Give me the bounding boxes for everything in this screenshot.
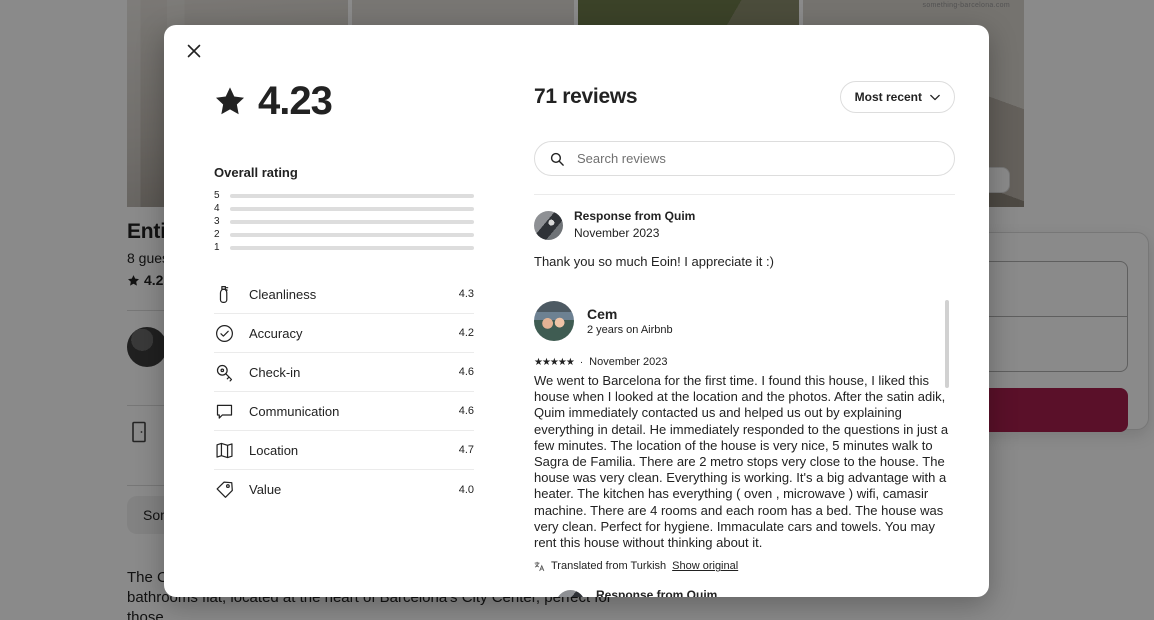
host-response-meta: Response from Quim November 2023	[596, 588, 717, 597]
reviewer-tenure: 2 years on Airbnb	[587, 324, 673, 336]
distribution-row: 3	[214, 215, 474, 228]
host-response-name: Response from Quim	[574, 209, 696, 223]
category-row-communication: Communication 4.6	[214, 392, 474, 431]
reviews-column: 71 reviews Most recent Search reviews Re…	[504, 69, 989, 597]
host-response-header: Response from Quim November 2023	[534, 209, 955, 241]
host-response-header: Response from Quim November 2023	[556, 588, 955, 597]
reviews-list-inner: Response from Quim November 2023 Thank y…	[534, 209, 955, 597]
distribution-row: 5	[214, 189, 474, 202]
map-icon	[214, 440, 235, 461]
distribution-track	[230, 219, 474, 224]
distribution-star-label: 2	[214, 229, 220, 240]
host-response-meta: Response from Quim November 2023	[574, 209, 695, 241]
category-label: Check-in	[249, 364, 301, 380]
category-label: Location	[249, 442, 299, 458]
reviewer-header: Cem 2 years on Airbnb	[534, 301, 955, 341]
sort-dropdown[interactable]: Most recent	[839, 81, 955, 113]
speech-bubble-icon	[214, 401, 235, 422]
category-label: Communication	[249, 403, 340, 419]
distribution-track	[230, 193, 474, 198]
chevron-down-icon	[930, 94, 940, 100]
review-body: We went to Barcelona for the first time.…	[534, 373, 949, 551]
tag-icon	[214, 479, 235, 500]
review-item: Cem 2 years on Airbnb ★★★★★ · November 2…	[534, 301, 955, 597]
star-icon	[216, 87, 244, 115]
translated-from-label: Translated from Turkish	[551, 560, 667, 573]
search-input[interactable]	[534, 141, 955, 176]
review-rating-row: ★★★★★ · November 2023	[534, 356, 955, 368]
overall-rating-label: Overall rating	[214, 165, 298, 180]
host-response-date: November 2023	[574, 226, 660, 240]
search-reviews-wrap	[534, 141, 955, 176]
category-label: Value	[249, 482, 282, 497]
category-value: 4.6	[458, 366, 474, 378]
category-value: 4.2	[458, 327, 474, 339]
category-value: 4.7	[458, 444, 474, 456]
category-label: Cleanliness	[249, 286, 317, 302]
category-ratings: Cleanliness 4.3 Accuracy 4.2 Check-in 4.…	[214, 275, 474, 509]
distribution-star-label: 5	[214, 190, 220, 201]
search-icon	[550, 152, 564, 166]
overall-score: 4.23	[214, 81, 474, 121]
avatar[interactable]	[534, 210, 563, 240]
translation-notice: Translated from Turkish Show original	[534, 560, 955, 572]
reviews-header: 71 reviews Most recent	[534, 81, 955, 113]
page-root: something-barcelona.com Entire rental un…	[0, 0, 1154, 620]
category-row-checkin: Check-in 4.6	[214, 353, 474, 392]
host-response-text: Thank you so much Eoin! I appreciate it …	[534, 254, 774, 269]
translate-icon	[534, 561, 545, 572]
category-row-accuracy: Accuracy 4.2	[214, 314, 474, 353]
avatar[interactable]	[556, 589, 585, 597]
nested-host-response: Response from Quim November 2023 Thank y…	[534, 588, 955, 597]
modal-body: 4.23 Overall rating 5 4 3 2 1 Cleanlines…	[164, 25, 989, 597]
distribution-row: 1	[214, 241, 474, 254]
reviewer-meta: Cem 2 years on Airbnb	[587, 306, 673, 336]
show-original-link[interactable]: Show original	[672, 560, 738, 572]
review-date: November 2023	[589, 356, 668, 368]
distribution-track	[230, 206, 474, 211]
reviews-modal: 4.23 Overall rating 5 4 3 2 1 Cleanlines…	[164, 25, 989, 597]
distribution-row: 2	[214, 228, 474, 241]
category-row-cleanliness: Cleanliness 4.3	[214, 275, 474, 314]
sort-dropdown-label: Most recent	[854, 90, 922, 104]
avatar[interactable]	[534, 301, 574, 341]
spray-bottle-icon	[214, 284, 235, 305]
distribution-star-label: 4	[214, 203, 220, 214]
host-response-name: Response from Quim	[596, 588, 718, 597]
distribution-track	[230, 232, 474, 237]
check-circle-icon	[214, 323, 235, 344]
category-value: 4.0	[458, 483, 474, 496]
overall-score-value: 4.23	[258, 79, 333, 123]
host-response-block: Response from Quim November 2023 Thank y…	[534, 209, 955, 271]
category-value: 4.6	[458, 405, 474, 417]
key-icon	[214, 362, 235, 383]
ratings-summary-column: 4.23 Overall rating 5 4 3 2 1 Cleanlines…	[164, 69, 504, 597]
category-row-location: Location 4.7	[214, 431, 474, 470]
distribution-track	[230, 245, 474, 250]
distribution-star-label: 1	[214, 242, 220, 253]
reviews-count: 71 reviews	[534, 85, 638, 108]
category-row-value: Value 4.0	[214, 470, 474, 509]
scrollbar[interactable]	[945, 195, 949, 597]
distribution-star-label: 3	[214, 216, 220, 227]
reviews-list[interactable]: Response from Quim November 2023 Thank y…	[534, 194, 955, 597]
scrollbar-thumb[interactable]	[945, 299, 949, 388]
distribution-row: 4	[214, 202, 474, 215]
close-icon[interactable]	[178, 35, 210, 67]
reviewer-name: Cem	[587, 306, 618, 322]
star-rating: ★★★★★	[534, 356, 575, 368]
category-value: 4.3	[458, 288, 474, 300]
separator: ·	[579, 356, 584, 368]
rating-distribution: 5 4 3 2 1	[214, 189, 474, 254]
category-label: Accuracy	[249, 325, 303, 341]
